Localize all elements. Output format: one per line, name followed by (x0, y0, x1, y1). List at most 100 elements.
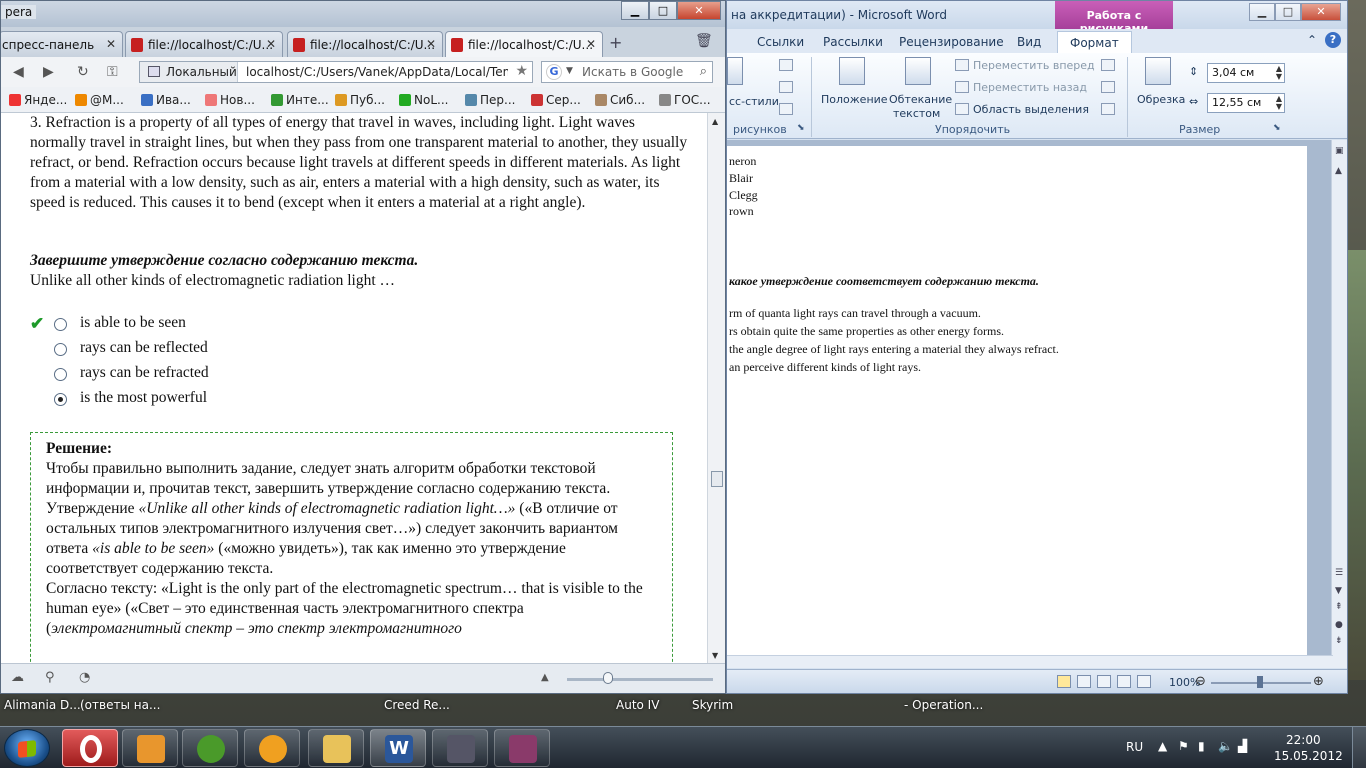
bookmark-item[interactable]: Нов... (205, 93, 255, 107)
answer-option[interactable]: rays can be reflected (30, 339, 330, 361)
zoom-slider[interactable] (567, 678, 713, 681)
window-label[interactable]: Auto IV (616, 698, 659, 712)
taskbar-video[interactable] (432, 729, 488, 767)
bookmark-item[interactable]: @M... (75, 93, 124, 107)
bookmark-item[interactable]: Ива... (141, 93, 191, 107)
close-icon[interactable]: ✕ (1301, 3, 1341, 21)
bookmark-item[interactable]: Инте... (271, 93, 329, 107)
window-label[interactable]: (ответы на... (80, 698, 160, 712)
position-icon[interactable] (839, 57, 865, 85)
minimize-icon[interactable]: ▁ (621, 1, 649, 20)
window-label[interactable]: Skyrim (692, 698, 733, 712)
show-desktop-button[interactable] (1352, 727, 1366, 768)
position-button[interactable]: Положение (821, 93, 888, 106)
tab-review[interactable]: Рецензирование (899, 35, 1004, 49)
network-icon[interactable]: ▟ (1238, 739, 1247, 753)
align-icon[interactable] (1101, 59, 1115, 71)
maximize-icon[interactable]: □ (1275, 3, 1301, 21)
trash-icon[interactable]: 🗑 (695, 33, 713, 49)
window-label[interactable]: Creed Re... (384, 698, 450, 712)
tab-view[interactable]: Вид (1017, 35, 1041, 49)
tab-close-icon[interactable]: ✕ (106, 37, 116, 51)
tab-format[interactable]: Формат (1057, 31, 1132, 55)
window-label[interactable]: Alimania D... (4, 698, 81, 712)
dialog-launcher-icon[interactable]: ⬊ (1273, 123, 1281, 133)
reload-icon[interactable]: ↻ (77, 64, 89, 80)
radio-button-selected[interactable] (54, 393, 67, 406)
bookmark-item[interactable]: Пуб... (335, 93, 385, 107)
crop-button[interactable]: Обрезка (1137, 93, 1185, 106)
outline-view-icon[interactable] (1117, 675, 1131, 688)
picture-effects-icon[interactable] (779, 81, 793, 93)
url-text[interactable]: localhost/C:/Users/Vanek/AppData/Local/T… (246, 65, 508, 79)
text-wrap-button[interactable]: Обтекание (889, 93, 952, 106)
search-icon[interactable]: ⌕ (700, 64, 707, 79)
picture-layout-icon[interactable] (779, 103, 793, 115)
radio-button[interactable] (54, 318, 67, 331)
zoom-slider-thumb[interactable] (1257, 676, 1263, 688)
minimize-icon[interactable]: ▁ (1249, 3, 1275, 21)
tab-file-3-active[interactable]: file://localhost/C:/U... ✕ (445, 31, 603, 57)
scroll-thumb[interactable] (711, 471, 723, 487)
clock-time[interactable]: 22:00 (1286, 733, 1321, 747)
expand-icon[interactable]: ▲ (541, 672, 549, 683)
taskbar-utorrent[interactable] (182, 729, 238, 767)
help-icon[interactable]: ? (1325, 32, 1341, 48)
language-indicator[interactable]: RU (1126, 740, 1143, 754)
volume-icon[interactable]: 🔈 (1218, 739, 1233, 753)
zoom-out-icon[interactable]: ⊖ (1195, 674, 1206, 689)
window-label[interactable]: - Operation... (904, 698, 983, 712)
search-engine-dropdown-icon[interactable]: ▼ (566, 66, 573, 76)
previous-page-icon[interactable]: ⇞ (1335, 602, 1343, 612)
word-horizontal-scrollbar[interactable] (727, 655, 1333, 668)
google-icon[interactable]: G (546, 64, 562, 80)
word-page[interactable]: neron Blair Clegg rown какое утверждение… (727, 146, 1307, 666)
ribbon-collapse-icon[interactable]: ⌃ (1307, 33, 1317, 47)
scroll-down-icon[interactable]: ▼ (712, 651, 718, 660)
next-page-icon[interactable]: ⇟ (1335, 636, 1343, 646)
tab-close-icon[interactable]: ✕ (426, 37, 436, 51)
spinner-arrows-icon[interactable]: ▲ ▼ (1276, 95, 1282, 111)
picture-border-icon[interactable] (779, 59, 793, 71)
scroll-up-icon[interactable]: ▲ (1335, 166, 1342, 176)
tab-close-icon[interactable]: ✕ (266, 37, 276, 51)
answer-option[interactable]: ✔ is able to be seen (30, 314, 330, 336)
width-field[interactable]: 12,55 см ▲ ▼ (1207, 93, 1285, 113)
word-vertical-scrollbar[interactable]: ▣ ▲ ☰ ▼ ⇞ ● ⇟ (1331, 140, 1347, 668)
answer-option[interactable]: rays can be refracted (30, 364, 330, 386)
text-wrap-button-line2[interactable]: текстом (893, 107, 940, 120)
rotate-icon[interactable] (1101, 103, 1115, 115)
new-tab-icon[interactable]: + (609, 33, 622, 52)
bring-forward-button[interactable]: Переместить вперед (973, 59, 1095, 72)
scroll-down-icon[interactable]: ▼ (1335, 586, 1342, 596)
bookmark-star-icon[interactable]: ★ (515, 63, 528, 79)
taskbar-winrar[interactable] (494, 729, 550, 767)
browse-object-icon[interactable]: ● (1335, 620, 1343, 630)
address-field[interactable]: Локальный localhost/C:/Users/Vanek/AppDa… (139, 61, 533, 83)
close-icon[interactable]: ✕ (677, 1, 721, 20)
maximize-icon[interactable]: □ (649, 1, 677, 20)
send-backward-icon[interactable] (955, 81, 969, 93)
battery-icon[interactable]: ▮ (1198, 739, 1205, 753)
crop-icon[interactable] (1145, 57, 1171, 85)
ruler-toggle-icon[interactable]: ▣ (1335, 146, 1344, 156)
forward-icon[interactable]: ▶ (43, 64, 54, 80)
answer-option[interactable]: is the most powerful (30, 389, 330, 411)
selection-pane-button[interactable]: Область выделения (973, 103, 1089, 116)
bookmark-item[interactable]: Пер... (465, 93, 515, 107)
taskbar-icq[interactable] (244, 729, 300, 767)
web-layout-icon[interactable] (1097, 675, 1111, 688)
draft-view-icon[interactable] (1137, 675, 1151, 688)
picture-styles-label[interactable]: сс-стили (729, 95, 779, 108)
bookmark-item[interactable]: ГОС... (659, 93, 711, 107)
clock-date[interactable]: 15.05.2012 (1274, 749, 1343, 763)
selection-pane-icon[interactable] (955, 103, 969, 115)
picture-tools-tab[interactable]: Работа с рисунками (1055, 1, 1173, 35)
bookmark-item[interactable]: Сиб... (595, 93, 645, 107)
key-icon[interactable]: ⚿ (107, 64, 118, 80)
send-backward-button[interactable]: Переместить назад (973, 81, 1087, 94)
bring-forward-icon[interactable] (955, 59, 969, 71)
turbo-icon[interactable]: ◔ (79, 670, 90, 685)
tab-file-2[interactable]: file://localhost/C:/U... ✕ (287, 31, 443, 57)
flag-icon[interactable]: ⚑ (1178, 739, 1189, 753)
